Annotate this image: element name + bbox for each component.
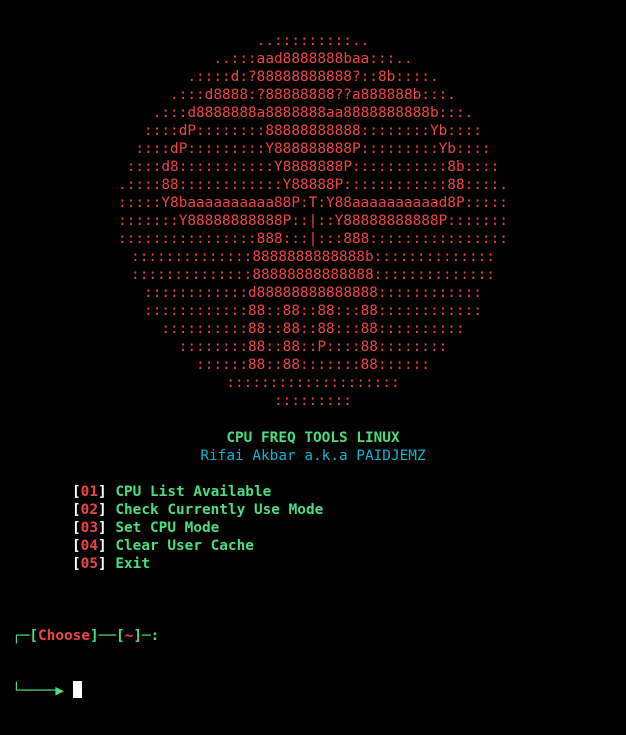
art-line: ..:::::::::..: [256, 33, 370, 49]
art-line: .:::d8888888a8888888aa8888888888b:::.: [152, 105, 474, 121]
art-line: ::::::::::88::88::88:::88::::::::::: [161, 321, 465, 337]
art-line: ::::::::::::::::::::: [226, 375, 400, 391]
bracket-open: [: [72, 502, 81, 518]
prompt-tail: ─:: [142, 628, 160, 644]
art-line: .::::88::::::::::::Y88888P::::::::::::88…: [118, 177, 508, 193]
menu-item-label: Set CPU Mode: [115, 520, 220, 536]
art-line: ::::::::88::88::P::::88::::::::: [178, 339, 448, 355]
menu-item-number: 05: [80, 556, 98, 572]
menu-item-number: 03: [80, 520, 98, 536]
art-line: ::::::88::88:::::::88::::::: [196, 357, 430, 373]
prompt-label: Choose: [38, 628, 90, 644]
bracket-close: ]: [98, 484, 107, 500]
menu-item-number: 04: [80, 538, 98, 554]
bracket-close: ]: [98, 538, 107, 554]
art-line: ::::d8:::::::::::Y8888888P:::::::::::8b:…: [126, 159, 500, 175]
prompt-bracket-open: [: [29, 628, 38, 644]
bracket-open: [: [72, 520, 81, 536]
art-line: ::::::::::::d88888888888888::::::::::::: [144, 285, 482, 301]
bracket-open: [: [72, 484, 81, 500]
menu-item-label: Clear User Cache: [115, 538, 254, 554]
bracket-close: ]: [98, 502, 107, 518]
art-line: ::::dP::::::::88888888888::::::::Yb::::: [144, 123, 482, 139]
main-menu: [01] CPU List Available [02] Check Curre…: [72, 483, 323, 573]
prompt-arrow-icon: └────▶: [12, 683, 73, 699]
menu-item-check-mode[interactable]: [02] Check Currently Use Mode: [72, 501, 323, 519]
art-line: ::::::::::::::88888888888888::::::::::::…: [131, 267, 495, 283]
prompt-line-bottom[interactable]: └────▶: [12, 681, 159, 699]
menu-item-number: 01: [80, 484, 98, 500]
menu-item-label: Check Currently Use Mode: [115, 502, 324, 518]
menu-item-exit[interactable]: [05] Exit: [72, 555, 323, 573]
art-line: ::::::::::::::::888:::|:::888:::::::::::…: [118, 231, 508, 247]
app-title: CPU FREQ TOOLS LINUX: [226, 430, 400, 446]
prompt-bracket-open: [: [115, 628, 125, 644]
menu-item-label: Exit: [115, 556, 150, 572]
menu-item-label: CPU List Available: [115, 484, 272, 500]
prompt-corner-top: ┌─: [12, 628, 30, 644]
art-line: :::::::Y88888888888P::|::Y88888888888P::…: [118, 213, 508, 229]
bracket-open: [: [72, 556, 81, 572]
prompt-bracket-close: ]: [89, 628, 99, 644]
art-line: .:::d8888:?88888888??a888888b:::.: [170, 87, 456, 103]
text-cursor[interactable]: [72, 681, 82, 698]
prompt-dash: ──: [98, 628, 116, 644]
art-line: ::::::::::::88::88::88:::88::::::::::::: [144, 303, 482, 319]
menu-item-cpu-list[interactable]: [01] CPU List Available: [72, 483, 323, 501]
menu-item-set-mode[interactable]: [03] Set CPU Mode: [72, 519, 323, 537]
menu-item-clear-cache[interactable]: [04] Clear User Cache: [72, 537, 323, 555]
art-line: ::::dP:::::::::Y888888888P:::::::::Yb:::…: [135, 141, 491, 157]
art-line: ..:::aad8888888baa:::..: [213, 51, 413, 67]
author-credit: Rifai Akbar a.k.a PAIDJEMZ: [200, 448, 426, 464]
bracket-close: ]: [98, 520, 107, 536]
art-line: ::::::::::::::8888888888888b::::::::::::…: [131, 249, 495, 265]
terminal-window: ..:::::::::....:::aad8888888baa:::...:::…: [0, 0, 626, 699]
prompt-bracket-close: ]: [133, 628, 142, 644]
bracket-open: [: [72, 538, 81, 554]
prompt-line-top: ┌─[Choose]──[~]─:: [12, 627, 159, 645]
menu-item-number: 02: [80, 502, 98, 518]
shell-prompt: ┌─[Choose]──[~]─: └────▶: [12, 591, 159, 735]
art-line: :::::::::: [274, 393, 352, 409]
art-line: :::::Y8baaaaaaaaaa88P:T:Y88aaaaaaaaaad8P…: [118, 195, 508, 211]
ascii-art-banner: ..:::::::::....:::aad8888888baa:::...:::…: [0, 32, 626, 410]
bracket-close: ]: [98, 556, 107, 572]
art-line: .::::d:?88888888888?::8b::::.: [187, 69, 439, 85]
